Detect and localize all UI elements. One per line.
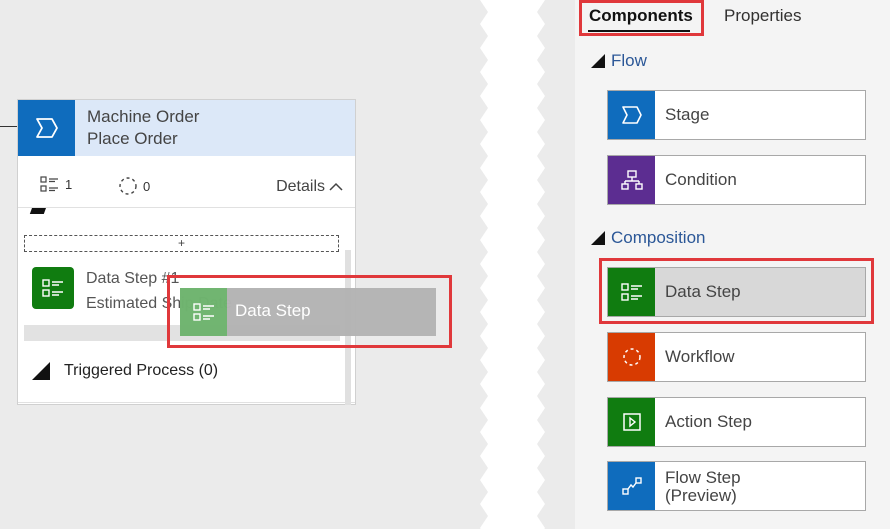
stage-header[interactable]: Machine Order Place Order (18, 100, 355, 156)
component-workflow[interactable]: Workflow (607, 332, 866, 382)
triggered-process-header[interactable]: Triggered Process (0) (32, 362, 218, 380)
divider (18, 402, 355, 403)
component-flow-step[interactable]: Flow Step (Preview) (607, 461, 866, 511)
connector-line (0, 126, 18, 127)
process-canvas[interactable]: Machine Order Place Order 1 0 Details + (0, 0, 575, 529)
data-step-title: Data Step #1 (86, 270, 180, 287)
triggered-process-label: Triggered Process (0) (64, 362, 219, 379)
tab-highlight-box (579, 0, 704, 36)
workflows-count: 0 (118, 176, 150, 196)
torn-edge-divider (475, 0, 555, 529)
section-flow-title: Flow (611, 51, 647, 70)
steps-count-value: 1 (65, 176, 73, 192)
tab-properties[interactable]: Properties (724, 6, 801, 26)
stage-card[interactable]: Machine Order Place Order 1 0 Details + (17, 99, 356, 405)
component-action-step[interactable]: Action Step (607, 397, 866, 447)
steps-list-icon (40, 176, 58, 192)
clipped-step-row (18, 208, 355, 214)
details-button[interactable]: Details (276, 178, 343, 196)
flow-step-icon (608, 462, 655, 510)
stage-subtitle: Place Order (87, 129, 178, 148)
section-flow-header[interactable]: Flow (591, 51, 647, 71)
workflows-count-value: 0 (143, 178, 151, 194)
section-composition-title: Composition (611, 228, 706, 247)
component-highlight-box (599, 258, 874, 324)
component-label: Condition (665, 170, 737, 189)
stage-chevron-icon (18, 100, 75, 156)
component-stage[interactable]: Stage (607, 90, 866, 140)
collapse-triangle-icon (591, 231, 605, 245)
data-step-icon (32, 267, 74, 309)
workflow-icon (608, 333, 655, 381)
action-step-icon (608, 398, 655, 446)
stage-title: Machine Order (87, 107, 200, 126)
component-label: Flow Step (Preview) (665, 468, 741, 505)
workflow-dashed-icon (119, 177, 137, 195)
stage-meta: 1 0 Details (18, 156, 355, 208)
components-panel: Components Properties Flow Stage Conditi… (575, 0, 890, 529)
component-label: Action Step (665, 412, 752, 431)
add-step-placeholder[interactable]: + (24, 235, 339, 252)
collapse-triangle-icon (32, 362, 50, 380)
component-condition[interactable]: Condition (607, 155, 866, 205)
steps-count: 1 (40, 176, 72, 192)
details-label: Details (276, 178, 325, 195)
collapse-triangle-icon (591, 54, 605, 68)
drag-highlight-box (167, 275, 452, 348)
condition-icon (608, 156, 655, 204)
stage-icon (608, 91, 655, 139)
component-label: Workflow (665, 347, 735, 366)
component-label: Stage (665, 105, 710, 124)
section-composition-header[interactable]: Composition (591, 228, 706, 248)
chevron-up-icon (329, 182, 343, 191)
